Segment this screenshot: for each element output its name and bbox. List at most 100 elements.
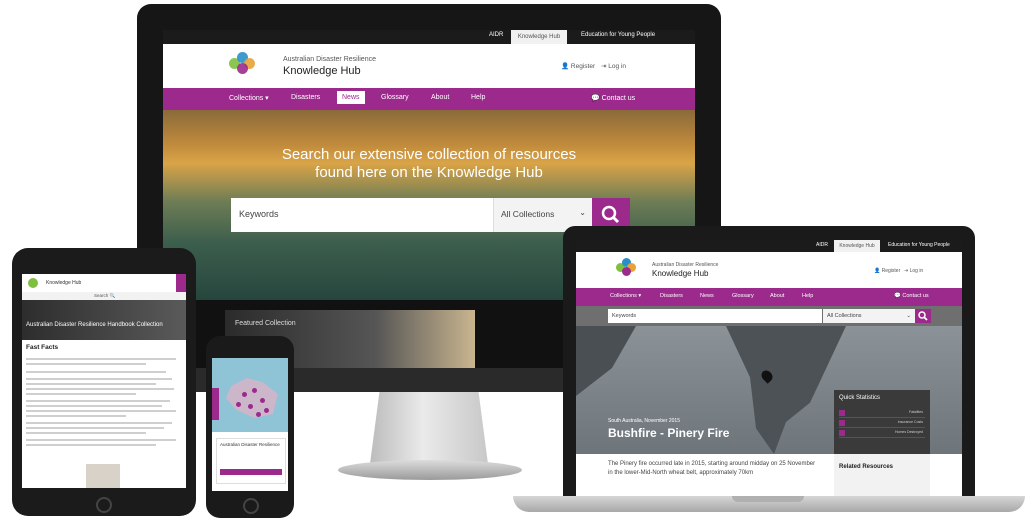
laptop-login-link[interactable]: ⇥ Log in xyxy=(904,268,923,274)
event-map[interactable]: South Australia, November 2015 Bushfire … xyxy=(576,326,962,454)
text-line xyxy=(26,388,174,390)
fast-facts-heading: Fast Facts xyxy=(26,344,59,351)
login-label: Log in xyxy=(608,63,626,70)
login-icon: ⇥ xyxy=(601,63,607,70)
org-name: Australian Disaster Resilience xyxy=(283,56,376,63)
nav-help[interactable]: Help xyxy=(471,94,485,101)
register-link[interactable]: 👤 Register xyxy=(561,62,595,70)
text-line xyxy=(26,358,176,360)
laptop-tab-knowledge-hub[interactable]: Knowledge Hub xyxy=(834,240,880,252)
phone-info-card: Australian Disaster Resilience xyxy=(216,438,286,484)
tablet-home-button xyxy=(96,497,112,513)
laptop-search-button[interactable] xyxy=(915,309,931,323)
tablet-header: Knowledge Hub xyxy=(22,274,186,293)
text-line xyxy=(26,383,156,385)
aidr-link[interactable]: AIDR xyxy=(489,32,503,38)
site-title[interactable]: Knowledge Hub xyxy=(283,65,361,77)
contact-us-link[interactable]: 💬 Contact us xyxy=(591,94,635,102)
laptop-tab-education-young-people[interactable]: Education for Young People xyxy=(888,242,950,248)
laptop-site-title[interactable]: Knowledge Hub xyxy=(652,269,708,278)
text-line xyxy=(26,427,164,429)
text-line xyxy=(26,393,136,395)
laptop-org-name: Australian Disaster Resilience xyxy=(652,262,719,268)
laptop-contact-us-link[interactable]: 💬 Contact us xyxy=(894,293,929,299)
laptop-top-utility-bar: AIDR Knowledge Hub Education for Young P… xyxy=(576,240,962,252)
search-input[interactable]: Keywords xyxy=(231,198,493,232)
event-title: Bushfire - Pinery Fire xyxy=(608,426,730,440)
collections-value: All Collections xyxy=(501,209,555,219)
chat-icon: 💬 xyxy=(591,95,600,102)
laptop-nav-disasters[interactable]: Disasters xyxy=(660,293,683,299)
map-marker[interactable] xyxy=(236,402,241,407)
stat-label: Insurance Costs xyxy=(897,420,923,424)
map-marker[interactable] xyxy=(264,408,269,413)
laptop-collections-select[interactable]: All Collections ⌄ xyxy=(823,309,915,323)
tablet-thumbnail[interactable] xyxy=(86,464,120,488)
tablet-search-bar[interactable]: Search 🔍 xyxy=(22,292,186,300)
laptop-search-input[interactable]: Keywords xyxy=(608,309,822,323)
map-marker[interactable] xyxy=(242,392,247,397)
laptop-notch xyxy=(732,496,804,502)
laptop-collections-value: All Collections xyxy=(827,313,862,319)
chevron-down-icon: ⌄ xyxy=(906,313,911,319)
text-line xyxy=(26,363,146,365)
phone-card-button[interactable] xyxy=(220,469,282,475)
map-marker[interactable] xyxy=(248,404,253,409)
tablet-screen: Knowledge Hub Search 🔍 Australian Disast… xyxy=(22,274,186,488)
nav-glossary[interactable]: Glossary xyxy=(381,94,409,101)
login-link[interactable]: ⇥ Log in xyxy=(601,62,626,70)
laptop-register-link[interactable]: 👤 Register xyxy=(874,268,900,274)
laptop-aidr-logo[interactable] xyxy=(616,258,636,278)
stat-badge xyxy=(839,420,845,426)
australia-map-shape xyxy=(226,378,278,418)
tablet-hero: Australian Disaster Resilience Handbook … xyxy=(22,300,186,340)
text-line xyxy=(26,415,126,417)
phone-card-title: Australian Disaster Resilience xyxy=(220,442,280,447)
laptop-site-header: Australian Disaster Resilience Knowledge… xyxy=(576,252,962,288)
nav-news[interactable]: News xyxy=(337,91,365,104)
tab-knowledge-hub[interactable]: Knowledge Hub xyxy=(511,30,567,44)
nav-disasters[interactable]: Disasters xyxy=(291,94,320,101)
map-marker[interactable] xyxy=(256,412,261,417)
monitor-stand-base xyxy=(338,460,522,480)
laptop-aidr-link[interactable]: AIDR xyxy=(816,242,828,248)
laptop-nav-help[interactable]: Help xyxy=(802,293,813,299)
tablet-search-label: Search 🔍 xyxy=(94,293,116,298)
search-icon xyxy=(918,311,928,321)
text-line xyxy=(26,371,166,373)
search-placeholder: Keywords xyxy=(239,209,279,219)
laptop-login-label: Log in xyxy=(909,268,924,274)
map-marker[interactable] xyxy=(252,388,257,393)
monitor-stand xyxy=(370,392,488,464)
user-icon: 👤 xyxy=(874,268,881,274)
nav-about[interactable]: About xyxy=(431,94,449,101)
laptop-nav-collections[interactable]: Collections ▾ xyxy=(610,293,641,299)
event-body: The Pinery fire occurred late in 2015, s… xyxy=(576,454,962,496)
register-label: Register xyxy=(570,63,596,70)
aidr-logo[interactable] xyxy=(229,52,255,78)
tab-education-young-people[interactable]: Education for Young People xyxy=(581,32,655,38)
map-marker[interactable] xyxy=(260,398,265,403)
laptop-search-bar: Keywords All Collections ⌄ xyxy=(576,306,962,326)
tablet-logo[interactable] xyxy=(28,278,38,288)
related-resources-panel: Related Resources xyxy=(834,454,930,496)
laptop-register-label: Register xyxy=(881,268,901,274)
quick-statistics-panel: Quick Statistics Fatalities Insurance Co… xyxy=(834,390,930,454)
tablet-menu-button[interactable] xyxy=(176,274,186,292)
laptop-screen: AIDR Knowledge Hub Education for Young P… xyxy=(576,240,962,496)
laptop-nav-about[interactable]: About xyxy=(770,293,784,299)
phone-map[interactable] xyxy=(212,358,288,432)
laptop-contact-label: Contact us xyxy=(902,293,929,299)
laptop-nav-glossary[interactable]: Glossary xyxy=(732,293,754,299)
laptop-nav-news[interactable]: News xyxy=(700,293,714,299)
main-nav: Collections ▾ Disasters News Glossary Ab… xyxy=(163,88,695,110)
text-line xyxy=(26,378,172,380)
phone-side-tab[interactable] xyxy=(212,388,219,420)
featured-label: Featured Collection xyxy=(235,320,296,327)
phone-screen: Australian Disaster Resilience xyxy=(212,358,288,491)
map-landmass xyxy=(576,326,636,396)
tablet-hero-title: Australian Disaster Resilience Handbook … xyxy=(26,322,163,328)
site-header: Australian Disaster Resilience Knowledge… xyxy=(163,44,695,88)
nav-collections[interactable]: Collections ▾ xyxy=(229,94,269,102)
top-utility-bar: AIDR Knowledge Hub Education for Young P… xyxy=(163,30,695,44)
